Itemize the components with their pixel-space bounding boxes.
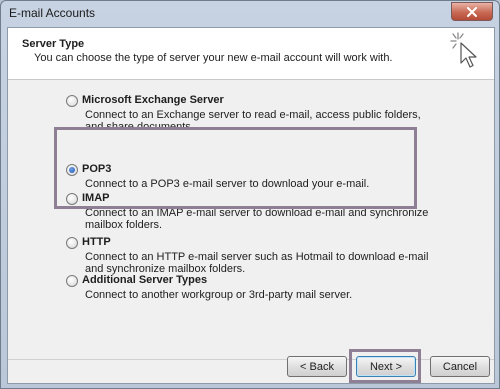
option-description: Connect to an Exchange server to read e-… [85, 109, 421, 133]
option-description: Connect to an IMAP e-mail server to down… [85, 207, 429, 231]
option-description: Connect to an HTTP e-mail server such as… [85, 251, 429, 275]
radio-imap[interactable] [66, 193, 78, 205]
title-bar: E-mail Accounts [1, 1, 499, 25]
radio-http[interactable] [66, 237, 78, 249]
page-subtitle: You can choose the type of server your n… [34, 52, 393, 64]
option-label: POP3 [82, 163, 112, 175]
close-button[interactable] [451, 2, 493, 21]
wizard-header: Server Type You can choose the type of s… [8, 28, 494, 80]
email-accounts-window: E-mail Accounts Server Type You can choo… [0, 0, 500, 389]
dialog-client-area: Server Type You can choose the type of s… [7, 27, 495, 384]
server-type-options: Microsoft Exchange Server Connect to an … [8, 79, 494, 359]
close-icon [467, 6, 477, 17]
back-button[interactable]: < Back [287, 356, 347, 377]
radio-exchange[interactable] [66, 95, 78, 107]
option-label: Additional Server Types [82, 274, 208, 286]
option-label: Microsoft Exchange Server [82, 94, 224, 106]
page-title: Server Type [22, 38, 85, 50]
radio-additional[interactable] [66, 275, 78, 287]
option-description: Connect to a POP3 e-mail server to downl… [85, 178, 370, 190]
next-button[interactable]: Next > [356, 356, 416, 377]
footer-separator [8, 359, 494, 360]
option-label: HTTP [82, 236, 111, 248]
window-title: E-mail Accounts [9, 6, 96, 20]
radio-pop3[interactable] [66, 164, 78, 176]
cancel-button[interactable]: Cancel [430, 356, 490, 377]
cursor-sparkle-icon [450, 32, 477, 68]
option-label: IMAP [82, 192, 110, 204]
option-description: Connect to another workgroup or 3rd-part… [85, 289, 353, 301]
